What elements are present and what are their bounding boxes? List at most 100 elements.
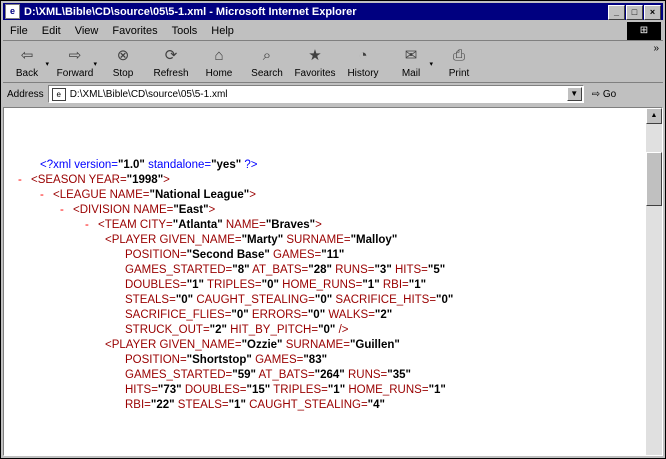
- xml-line: - <TEAM CITY="Atlanta" NAME="Braves">: [10, 218, 642, 233]
- print-icon: ⎙: [452, 47, 465, 64]
- forward-dropdown-icon[interactable]: ▾: [93, 60, 97, 68]
- home-icon: ⌂: [214, 47, 224, 64]
- xml-line-text: STEALS="0" CAUGHT_STEALING="0" SACRIFICE…: [125, 294, 454, 306]
- xml-line: SACRIFICE_FLIES="0" ERRORS="0" WALKS="2": [10, 308, 642, 323]
- xml-line: <PLAYER GIVEN_NAME="Ozzie" SURNAME="Guil…: [10, 338, 642, 353]
- back-dropdown-icon[interactable]: ▾: [45, 60, 49, 68]
- search-button[interactable]: ⌕ Search: [243, 46, 291, 82]
- vertical-scrollbar[interactable]: ▲: [646, 108, 662, 455]
- print-button[interactable]: ⎙ Print: [435, 46, 483, 82]
- title-bar[interactable]: e D:\XML\Bible\CD\source\05\5-1.xml - Mi…: [3, 3, 663, 20]
- xml-line: POSITION="Shortstop" GAMES="83": [10, 353, 642, 368]
- xml-line: GAMES_STARTED="8" AT_BATS="28" RUNS="3" …: [10, 263, 642, 278]
- stop-icon: ⊗: [116, 47, 130, 64]
- menu-view[interactable]: View: [68, 25, 106, 37]
- document-icon: e: [5, 4, 20, 19]
- go-arrow-icon: ⇨: [591, 88, 601, 100]
- scroll-up-icon[interactable]: ▲: [646, 108, 662, 124]
- xml-line: DOUBLES="1" TRIPLES="0" HOME_RUNS="1" RB…: [10, 278, 642, 293]
- forward-label: Forward: [56, 68, 94, 79]
- xml-line: <?xml version="1.0" standalone="yes" ?>: [10, 158, 642, 173]
- stop-label: Stop: [112, 68, 134, 79]
- xml-line-text: RBI="22" STEALS="1" CAUGHT_STEALING="4": [125, 399, 385, 411]
- xml-line-text: <?xml version="1.0" standalone="yes" ?>: [40, 159, 258, 171]
- menu-tools[interactable]: Tools: [165, 25, 205, 37]
- xml-line-text: DOUBLES="1" TRIPLES="0" HOME_RUNS="1" RB…: [125, 279, 427, 291]
- refresh-icon: ⟳: [164, 47, 178, 64]
- history-icon: ◔: [358, 47, 368, 64]
- xml-line: - <LEAGUE NAME="National League">: [10, 188, 642, 203]
- search-label: Search: [251, 68, 283, 79]
- back-arrow-icon: ⇦: [20, 47, 34, 64]
- xml-line: - <DIVISION NAME="East">: [10, 203, 642, 218]
- home-button[interactable]: ⌂ Home: [195, 46, 243, 82]
- back-label: Back: [15, 68, 39, 79]
- refresh-button[interactable]: ⟳ Refresh: [147, 46, 195, 82]
- history-label: History: [347, 68, 379, 79]
- mail-label: Mail: [401, 68, 421, 79]
- favorites-button[interactable]: ★ Favorites: [291, 46, 339, 82]
- menu-file[interactable]: File: [3, 25, 35, 37]
- xml-line-text: HITS="73" DOUBLES="15" TRIPLES="1" HOME_…: [125, 384, 446, 396]
- minimize-button[interactable]: _: [608, 5, 625, 20]
- history-button[interactable]: ◔ History: [339, 46, 387, 82]
- xml-line-text: GAMES_STARTED="59" AT_BATS="264" RUNS="3…: [125, 369, 411, 381]
- forward-button[interactable]: ⇨ ▾ Forward: [51, 46, 99, 82]
- xml-line-text: <SEASON YEAR="1998">: [31, 174, 170, 186]
- page-content: <?xml version="1.0" standalone="yes" ?> -…: [3, 107, 663, 456]
- xml-line-text: <TEAM CITY="Atlanta" NAME="Braves">: [98, 219, 322, 231]
- page-icon: e: [51, 87, 66, 101]
- address-url[interactable]: D:\XML\Bible\CD\source\05\5-1.xml: [70, 89, 228, 100]
- standard-toolbar: ⇦ ▾ Back ⇨ ▾ Forward ⊗ Stop ⟳ Refresh ⌂ …: [3, 41, 663, 83]
- address-dropdown-icon[interactable]: ▼: [566, 87, 582, 101]
- xml-line: POSITION="Second Base" GAMES="11": [10, 248, 642, 263]
- xml-line-text: <LEAGUE NAME="National League">: [53, 189, 256, 201]
- collapse-toggle[interactable]: -: [60, 203, 73, 218]
- ie-window: e D:\XML\Bible\CD\source\05\5-1.xml - Mi…: [0, 0, 666, 459]
- xml-tree: <?xml version="1.0" standalone="yes" ?> -…: [10, 158, 642, 413]
- windows-logo-icon: ⊞: [627, 22, 661, 40]
- xml-line-text: SACRIFICE_FLIES="0" ERRORS="0" WALKS="2": [125, 309, 393, 321]
- go-label: Go: [602, 88, 617, 100]
- xml-line: STRUCK_OUT="2" HIT_BY_PITCH="0" />: [10, 323, 642, 338]
- close-button[interactable]: ×: [644, 5, 661, 20]
- favorites-icon: ★: [308, 47, 322, 64]
- xml-line-text: <PLAYER GIVEN_NAME="Ozzie" SURNAME="Guil…: [105, 339, 400, 351]
- mail-button[interactable]: ✉ ▾ Mail: [387, 46, 435, 82]
- xml-line-text: POSITION="Shortstop" GAMES="83": [125, 354, 328, 366]
- address-bar: Address e D:\XML\Bible\CD\source\05\5-1.…: [3, 84, 663, 104]
- search-icon: ⌕: [262, 47, 272, 64]
- xml-line-text: POSITION="Second Base" GAMES="11": [125, 249, 345, 261]
- collapse-toggle[interactable]: -: [85, 218, 98, 233]
- refresh-label: Refresh: [153, 68, 189, 79]
- collapse-toggle[interactable]: -: [40, 188, 53, 203]
- mail-icon: ✉: [404, 47, 418, 64]
- xml-line: HITS="73" DOUBLES="15" TRIPLES="1" HOME_…: [10, 383, 642, 398]
- menu-bar: File Edit View Favorites Tools Help ⊞: [3, 22, 663, 41]
- xml-line-text: STRUCK_OUT="2" HIT_BY_PITCH="0" />: [125, 324, 349, 336]
- xml-line: RBI="22" STEALS="1" CAUGHT_STEALING="4": [10, 398, 642, 413]
- xml-line: - <SEASON YEAR="1998">: [10, 173, 642, 188]
- stop-button[interactable]: ⊗ Stop: [99, 46, 147, 82]
- favorites-label: Favorites: [294, 68, 336, 79]
- xml-line-text: <DIVISION NAME="East">: [73, 204, 216, 216]
- menu-favorites[interactable]: Favorites: [105, 25, 164, 37]
- collapse-toggle[interactable]: -: [18, 173, 31, 188]
- home-label: Home: [205, 68, 233, 79]
- window-title: D:\XML\Bible\CD\source\05\5-1.xml - Micr…: [24, 5, 357, 18]
- maximize-button[interactable]: □: [626, 5, 643, 20]
- menu-help[interactable]: Help: [204, 25, 241, 37]
- xml-line: STEALS="0" CAUGHT_STEALING="0" SACRIFICE…: [10, 293, 642, 308]
- scroll-thumb[interactable]: [646, 152, 662, 206]
- forward-arrow-icon: ⇨: [68, 47, 82, 64]
- address-label: Address: [7, 88, 44, 100]
- xml-line: <PLAYER GIVEN_NAME="Marty" SURNAME="Mall…: [10, 233, 642, 248]
- mail-dropdown-icon[interactable]: ▾: [429, 60, 433, 68]
- xml-line-text: <PLAYER GIVEN_NAME="Marty" SURNAME="Mall…: [105, 234, 398, 246]
- address-input[interactable]: e D:\XML\Bible\CD\source\05\5-1.xml ▼: [47, 85, 584, 103]
- back-button[interactable]: ⇦ ▾ Back: [3, 46, 51, 82]
- toolbar-chevron-icon[interactable]: »: [653, 43, 659, 54]
- menu-edit[interactable]: Edit: [35, 25, 68, 37]
- go-button[interactable]: ⇨ Go: [592, 89, 617, 100]
- xml-line: GAMES_STARTED="59" AT_BATS="264" RUNS="3…: [10, 368, 642, 383]
